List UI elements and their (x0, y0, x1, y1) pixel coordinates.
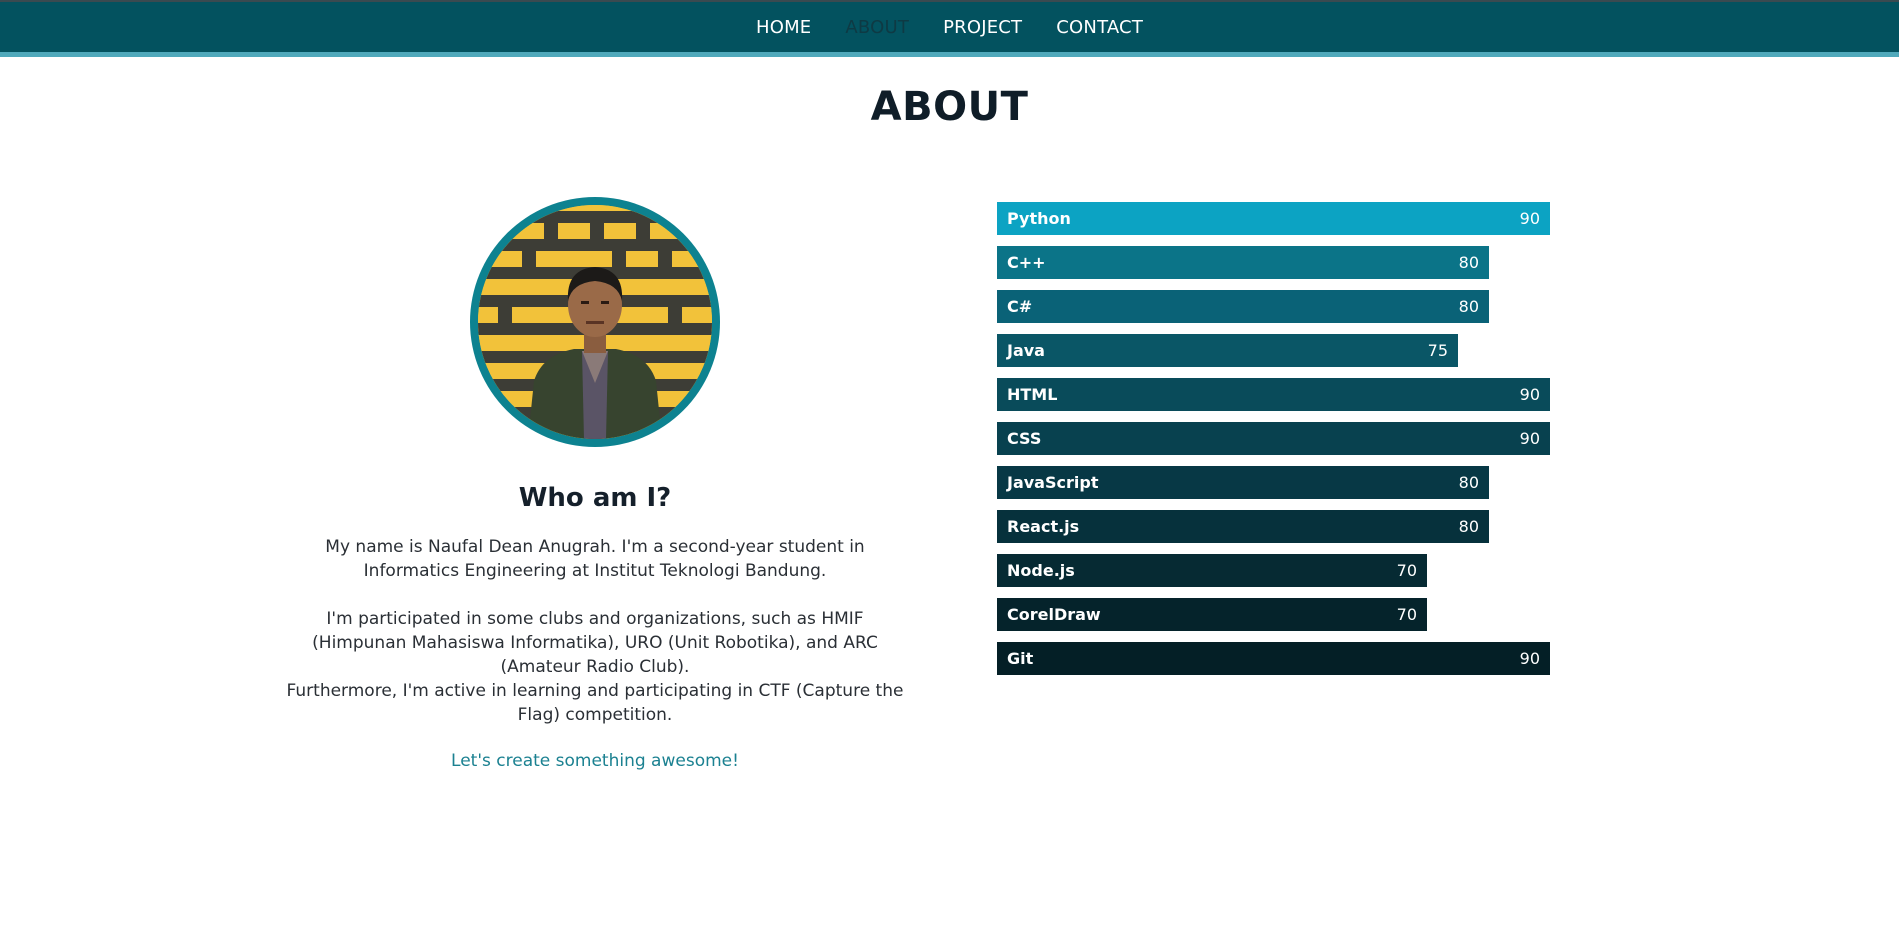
skill-bar-c-: C# 80 (997, 290, 1489, 323)
skill-value: 90 (1519, 209, 1540, 228)
skill-bar-java: Java 75 (997, 334, 1458, 367)
nav-links: HOME ABOUT PROJECT CONTACT (0, 2, 1899, 52)
skills-chart: Python 90 C++ 80 C# 80 Java 75 HTML 90 CSS 90 JavaSc… (997, 202, 1550, 686)
nav-link-contact[interactable]: CONTACT (1056, 17, 1143, 38)
skill-value: 80 (1458, 253, 1479, 272)
cta-link[interactable]: Let's create something awesome! (280, 751, 910, 771)
skill-bar-react-js: React.js 80 (997, 510, 1489, 543)
nav-link-about[interactable]: ABOUT (845, 17, 909, 38)
about-heading: Who am I? (518, 483, 672, 513)
profile-photo (478, 205, 712, 439)
nav-link-home[interactable]: HOME (756, 17, 811, 38)
nav-link-project[interactable]: PROJECT (943, 17, 1022, 38)
skill-value: 80 (1458, 517, 1479, 536)
avatar (470, 197, 720, 447)
skill-bar-python: Python 90 (997, 202, 1550, 235)
bio-paragraph-intro: My name is Naufal Dean Anugrah. I'm a se… (325, 537, 865, 581)
skill-name: Git (1007, 649, 1034, 668)
bio-paragraph-ctf: Furthermore, I'm active in learning and … (286, 681, 904, 725)
skill-bar-css: CSS 90 (997, 422, 1550, 455)
profile-photo-illustration (478, 205, 712, 439)
skill-name: Java (1007, 341, 1045, 360)
navbar: HOME ABOUT PROJECT CONTACT (0, 0, 1899, 57)
skill-name: Python (1007, 209, 1071, 228)
skill-bar-javascript: JavaScript 80 (997, 466, 1489, 499)
skill-bar-html: HTML 90 (997, 378, 1550, 411)
skill-name: Node.js (1007, 561, 1075, 580)
skill-bar-c-: C++ 80 (997, 246, 1489, 279)
bio-paragraph-clubs: I'm participated in some clubs and organ… (312, 609, 878, 677)
skill-bar-git: Git 90 (997, 642, 1550, 675)
skill-value: 90 (1519, 649, 1540, 668)
skill-value: 70 (1396, 605, 1417, 624)
skill-value: 80 (1458, 473, 1479, 492)
skill-value: 80 (1458, 297, 1479, 316)
skill-name: CSS (1007, 429, 1042, 448)
skill-name: React.js (1007, 517, 1080, 536)
skill-name: C++ (1007, 253, 1046, 272)
bio-text: My name is Naufal Dean Anugrah. I'm a se… (282, 535, 908, 727)
skill-value: 90 (1519, 429, 1540, 448)
page-title: ABOUT (870, 84, 1029, 130)
skill-name: JavaScript (1007, 473, 1099, 492)
skill-bar-node-js: Node.js 70 (997, 554, 1427, 587)
skill-value: 70 (1396, 561, 1417, 580)
skill-name: HTML (1007, 385, 1058, 404)
skill-name: CorelDraw (1007, 605, 1101, 624)
skill-bar-coreldraw: CorelDraw 70 (997, 598, 1427, 631)
skill-name: C# (1007, 297, 1033, 316)
skill-value: 75 (1427, 341, 1448, 360)
skill-value: 90 (1519, 385, 1540, 404)
